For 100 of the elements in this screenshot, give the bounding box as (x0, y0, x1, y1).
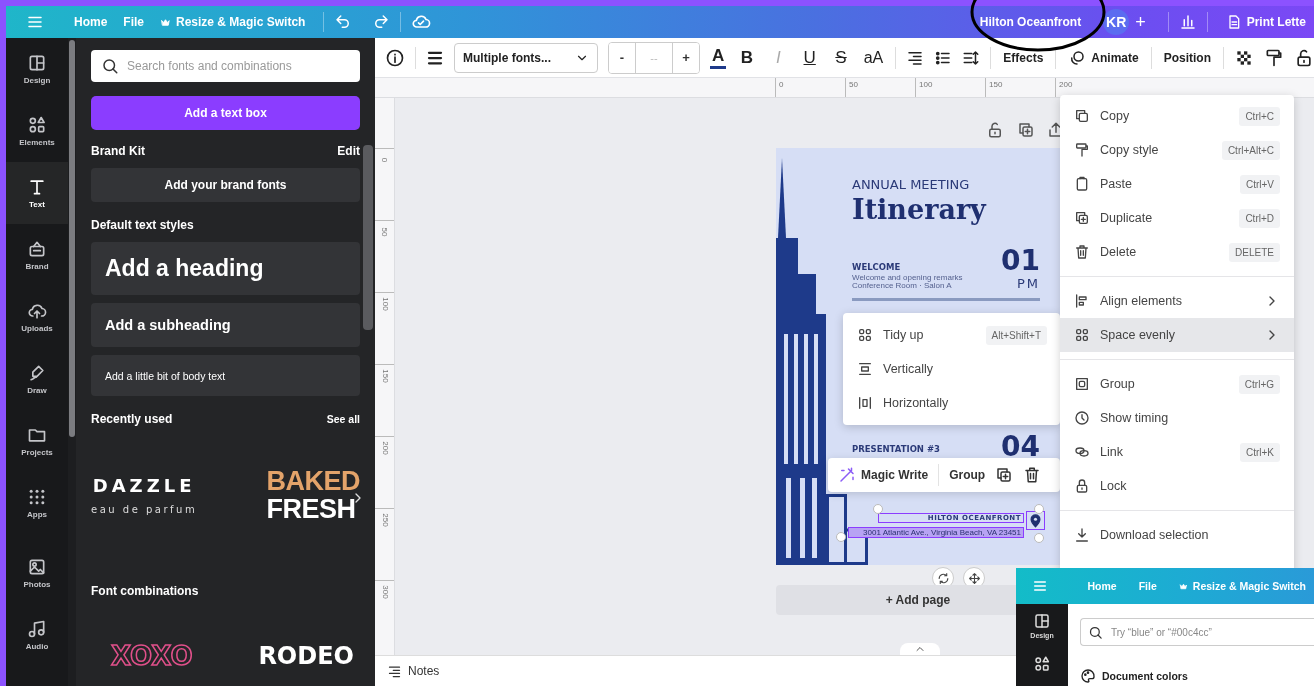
menu-item[interactable]: Align elements (1060, 284, 1294, 318)
duplicate-button[interactable] (995, 466, 1014, 484)
sidebar-item[interactable]: Uploads (6, 286, 68, 348)
font-sample[interactable]: XOXO (111, 642, 193, 670)
info-icon[interactable] (385, 47, 405, 68)
grid-icon (27, 487, 47, 507)
session-number: 04 (1001, 430, 1040, 463)
font-sample[interactable]: eau de parfum (91, 504, 198, 515)
effects-button[interactable]: Effects (1001, 48, 1046, 67)
group-button[interactable]: Group (949, 468, 986, 482)
notes-button[interactable]: Notes (387, 663, 440, 679)
menu-item[interactable]: Lock (1060, 469, 1294, 503)
lock-icon[interactable] (1294, 47, 1314, 68)
section-heading: Recently used (91, 412, 173, 426)
resize-handle[interactable] (836, 532, 846, 542)
font-sample[interactable]: BAKED (266, 467, 360, 495)
session-number: 01 (1001, 244, 1040, 277)
animate-button[interactable]: Animate (1066, 46, 1141, 69)
position-button[interactable]: Position (1161, 48, 1213, 67)
menu-item[interactable]: Copy style Ctrl+Alt+C (1060, 133, 1294, 167)
sidebar-item[interactable]: Audio (6, 604, 68, 666)
ruler-label: 50 (379, 227, 390, 237)
menu-item[interactable]: Delete DELETE (1060, 235, 1294, 269)
strikethrough-button[interactable]: S (830, 45, 852, 70)
squares-icon (857, 327, 873, 343)
music-note-icon (27, 619, 47, 639)
scrollbar[interactable] (363, 145, 373, 330)
menu-item[interactable]: Tidy up Alt+Shift+T (843, 318, 1060, 352)
add-brand-fonts-button[interactable]: Add your brand fonts (91, 168, 360, 202)
edit-link[interactable]: Edit (337, 144, 360, 158)
search-field[interactable]: Search fonts and combinations (91, 50, 360, 82)
resize-handle[interactable] (1034, 533, 1044, 543)
body-text-style-button[interactable]: Add a little bit of body text (91, 355, 360, 396)
search-field[interactable]: Try “blue” or “#00c4cc” (1080, 618, 1314, 646)
sidebar-item[interactable]: Brand (6, 224, 68, 286)
user-avatar[interactable]: KR (1103, 9, 1130, 35)
shortcut-hint: Ctrl+K (1239, 442, 1280, 462)
add-text-box-button[interactable]: Add a text box (91, 96, 360, 130)
shortcut-hint: Ctrl+Alt+C (1221, 140, 1280, 160)
unlock-icon[interactable] (986, 121, 1004, 139)
print-button[interactable]: Print Lette (1217, 10, 1314, 34)
rotate-icon (936, 571, 950, 585)
bold-button[interactable]: B (736, 45, 758, 70)
sidebar-item[interactable]: Design (6, 38, 68, 100)
scrollbar[interactable] (69, 40, 75, 437)
redo-icon[interactable] (372, 13, 391, 31)
address-text[interactable]: 3001 Atlantic Ave., Virginia Beach, VA 23451 (848, 527, 1024, 538)
see-all-link[interactable]: See all (326, 413, 360, 425)
heading-style-button[interactable]: Add a heading (91, 242, 360, 295)
sidebar-item[interactable]: Apps (6, 472, 68, 534)
sidebar-item[interactable]: Draw (6, 348, 68, 410)
notes-toggle[interactable] (900, 643, 940, 655)
duplicate-icon (1017, 121, 1035, 139)
menu-item[interactable]: Horizontally (843, 386, 1060, 420)
crown-icon (160, 16, 171, 28)
sidebar-item[interactable]: Projects (6, 410, 68, 472)
ruler-label: 100 (915, 78, 985, 97)
subheading-style-button[interactable]: Add a subheading (91, 303, 360, 347)
font-sample[interactable]: RODEO (258, 642, 354, 670)
font-sample[interactable]: DAZZLE (92, 475, 196, 496)
paint-roller-icon[interactable] (1264, 47, 1284, 68)
magic-write-button[interactable]: Magic Write (838, 466, 929, 484)
shapes-icon[interactable] (1033, 655, 1051, 673)
menu-item[interactable]: Space evenly (1060, 318, 1294, 352)
menu-item[interactable]: Copy Ctrl+C (1060, 99, 1294, 133)
delete-button[interactable] (1023, 466, 1042, 484)
menu-item[interactable]: Vertically (843, 352, 1060, 386)
add-collaborator-button[interactable]: + (1135, 11, 1146, 33)
resize-handle[interactable] (873, 504, 883, 514)
duplicate-page-button[interactable] (1017, 121, 1035, 139)
ruler-label: 0 (775, 78, 845, 97)
lock-icon (1074, 478, 1090, 494)
underline-button[interactable]: U (799, 45, 821, 70)
font-sample[interactable]: FRESH (266, 495, 356, 523)
menu-item[interactable]: Duplicate Ctrl+D (1060, 201, 1294, 235)
line-spacing-icon[interactable] (962, 48, 981, 67)
map-pin-icon[interactable] (1028, 513, 1043, 528)
shortcut-hint: DELETE (1229, 242, 1280, 262)
text-color-button[interactable]: A (710, 46, 727, 69)
ruler-label: 250 (379, 513, 390, 527)
session-title: WELCOME (852, 262, 901, 272)
layout-icon (1033, 612, 1051, 630)
font-dropdown[interactable]: Multiple fonts... (454, 42, 598, 73)
section-heading: Default text styles (91, 218, 195, 232)
menu-item[interactable]: Group Ctrl+G (1060, 367, 1294, 401)
group-icon (1074, 376, 1090, 392)
bar-chart-icon[interactable] (1178, 13, 1197, 31)
title-text: Itinerary (852, 194, 986, 225)
menu-item[interactable]: Show timing (1060, 401, 1294, 435)
sidebar-item[interactable]: Text (6, 162, 68, 224)
horizontal-spacing-icon (857, 395, 873, 411)
case-button[interactable]: aA (861, 46, 886, 69)
search-icon (1088, 625, 1103, 640)
sidebar-item[interactable]: Elements (6, 100, 68, 162)
sidebar-item[interactable]: Photos (6, 542, 68, 604)
menu-item[interactable]: Link Ctrl+K (1060, 435, 1294, 469)
ruler-label: 150 (985, 78, 1055, 97)
menu-item[interactable]: Download selection (1060, 518, 1294, 552)
resize-handle[interactable] (1034, 504, 1044, 514)
menu-item[interactable]: Paste Ctrl+V (1060, 167, 1294, 201)
